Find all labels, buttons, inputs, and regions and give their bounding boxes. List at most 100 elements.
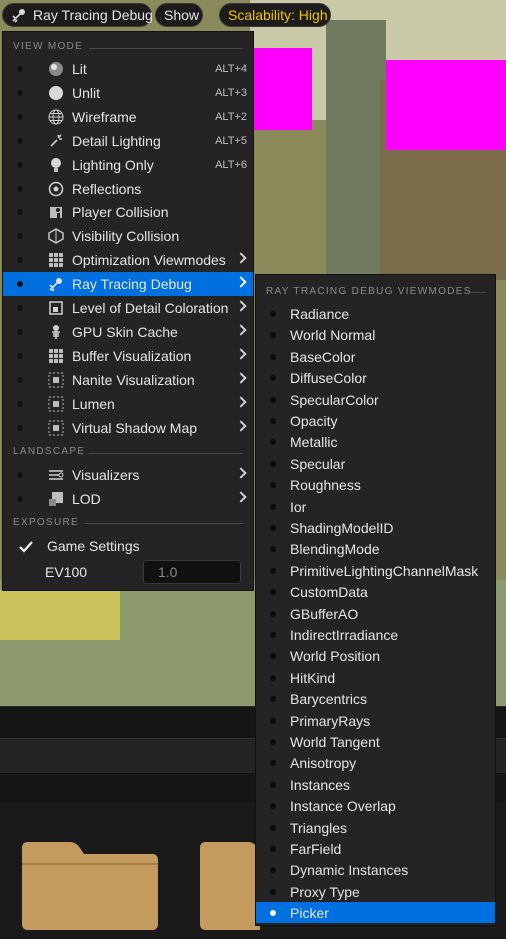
grid-icon xyxy=(48,252,64,268)
submenu-item-label: ShadingModelID xyxy=(290,520,394,536)
submenu-item-farfield[interactable]: FarField xyxy=(256,838,495,859)
menu-item-label: Ray Tracing Debug xyxy=(72,276,192,293)
menu-item-optimization-viewmodes[interactable]: Optimization Viewmodes xyxy=(3,248,253,272)
submenu-item-ior[interactable]: Ior xyxy=(256,496,495,517)
menu-item-detail-lighting[interactable]: Detail Lighting ALT+5 xyxy=(3,129,253,153)
radio-dot xyxy=(17,281,23,288)
menu-item-level-of-detail-coloration[interactable]: Level of Detail Coloration xyxy=(3,296,253,320)
submenu-item-world-tangent[interactable]: World Tangent xyxy=(256,731,495,752)
submenu-item-label: Specular xyxy=(290,455,346,472)
menu-item-label: Player Collision xyxy=(72,204,169,221)
submenu-item-label: Instance Overlap xyxy=(290,798,396,815)
submenu-item-opacity[interactable]: Opacity xyxy=(256,410,495,431)
radio-dot xyxy=(270,525,276,531)
wireframe-sphere-icon xyxy=(48,109,64,125)
submenu-item-label: Triangles xyxy=(290,819,348,836)
menu-item-label: Optimization Viewmodes xyxy=(72,252,226,269)
scene-magenta-bar xyxy=(386,60,506,150)
submenu-item-gbufferao[interactable]: GBufferAO xyxy=(256,603,495,624)
viewmode-button[interactable]: Ray Tracing Debug xyxy=(2,3,153,27)
view-mode-header: VIEW MODE xyxy=(13,41,84,52)
submenu-item-blendingmode[interactable]: BlendingMode xyxy=(256,538,495,559)
submenu-item-shadingmodelid[interactable]: ShadingModelID xyxy=(256,517,495,538)
submenu-item-indirectirradiance[interactable]: IndirectIrradiance xyxy=(256,624,495,645)
submenu-item-metallic[interactable]: Metallic xyxy=(256,431,495,452)
divider xyxy=(89,453,243,454)
radio-dot xyxy=(270,610,276,617)
game-settings-checkbox[interactable] xyxy=(17,538,35,556)
menu-item-virtual-shadow-map[interactable]: Virtual Shadow Map xyxy=(3,416,253,440)
show-label: Show xyxy=(164,7,200,23)
menu-item-visibility-collision[interactable]: Visibility Collision xyxy=(3,224,253,248)
submenu-item-diffusecolor[interactable]: DiffuseColor xyxy=(256,367,495,388)
menu-item-player-collision[interactable]: Player Collision xyxy=(3,200,253,224)
menu-item-gpu-skin-cache[interactable]: GPU Skin Cache xyxy=(3,320,253,344)
submenu-item-proxy-type[interactable]: Proxy Type xyxy=(256,881,495,902)
submenu-item-dynamic-instances[interactable]: Dynamic Instances xyxy=(256,859,495,880)
menu-item-lit[interactable]: Lit ALT+4 xyxy=(3,57,253,81)
shortcut-label: ALT+4 xyxy=(215,63,247,75)
menu-item-visualizers[interactable]: Visualizers xyxy=(3,463,253,487)
submenu-item-customdata[interactable]: CustomData xyxy=(256,581,495,602)
submenu-item-instance-overlap[interactable]: Instance Overlap xyxy=(256,795,495,816)
ev100-input[interactable]: 1.0 xyxy=(143,560,241,584)
submenu-item-world-normal[interactable]: World Normal xyxy=(256,324,495,345)
radio-dot xyxy=(17,472,23,478)
submenu-item-primitivelightingchannelmask[interactable]: PrimitiveLightingChannelMask xyxy=(256,560,495,581)
visualizers-icon xyxy=(48,467,64,483)
chevron-right-icon xyxy=(235,324,247,336)
radio-dot xyxy=(270,781,276,788)
ev100-value: 1.0 xyxy=(158,564,178,580)
show-button[interactable]: Show xyxy=(155,3,203,27)
reflection-icon xyxy=(48,181,64,197)
radio-dot xyxy=(17,257,23,264)
submenu-item-hitkind[interactable]: HitKind xyxy=(256,667,495,688)
radio-dot xyxy=(270,867,276,874)
radio-dot xyxy=(270,674,276,681)
submenu-item-specular[interactable]: Specular xyxy=(256,453,495,474)
radio-dot xyxy=(270,332,276,339)
submenu-item-barycentrics[interactable]: Barycentrics xyxy=(256,688,495,709)
submenu-item-specularcolor[interactable]: SpecularColor xyxy=(256,389,495,410)
menu-item-lighting-only[interactable]: Lighting Only ALT+6 xyxy=(3,153,253,177)
lumen-grid-icon xyxy=(48,396,64,412)
submenu-item-label: HitKind xyxy=(290,669,336,686)
submenu-item-roughness[interactable]: Roughness xyxy=(256,474,495,495)
divider xyxy=(85,523,243,524)
menu-item-nanite-visualization[interactable]: Nanite Visualization xyxy=(3,368,253,392)
radio-dot xyxy=(17,209,23,216)
submenu-item-triangles[interactable]: Triangles xyxy=(256,817,495,838)
submenu-item-instances[interactable]: Instances xyxy=(256,774,495,795)
scene-yellow-floor xyxy=(0,590,120,640)
submenu-item-picker[interactable]: Picker xyxy=(256,902,495,924)
menu-item-label: Lit xyxy=(72,61,87,77)
menu-item-ray-tracing-debug[interactable]: Ray Tracing Debug xyxy=(3,272,253,297)
radio-dot xyxy=(17,66,23,72)
submenu-item-basecolor[interactable]: BaseColor xyxy=(256,346,495,367)
scalability-button[interactable]: Scalability: High xyxy=(219,3,331,27)
submenu-item-radiance[interactable]: Radiance xyxy=(256,303,495,324)
menu-item-buffer-visualization[interactable]: Buffer Visualization xyxy=(3,344,253,368)
bulb-icon xyxy=(48,157,64,173)
radio-dot xyxy=(270,824,276,831)
menu-item-lod[interactable]: LOD xyxy=(3,487,253,511)
folder-icon[interactable] xyxy=(200,830,260,930)
menu-item-reflections[interactable]: Reflections xyxy=(3,177,253,201)
checkmark-icon xyxy=(19,541,33,553)
radio-dot xyxy=(17,113,23,120)
radio-dot xyxy=(270,567,276,574)
submenu-item-label: Radiance xyxy=(290,306,350,322)
submenu-item-label: CustomData xyxy=(290,584,368,601)
submenu-item-anisotropy[interactable]: Anisotropy xyxy=(256,752,495,773)
shortcut-label: ALT+6 xyxy=(215,158,247,171)
submenu-item-label: DiffuseColor xyxy=(290,370,367,387)
landscape-header: LANDSCAPE xyxy=(13,446,86,457)
menu-item-lumen[interactable]: Lumen xyxy=(3,392,253,416)
folder-icon[interactable] xyxy=(22,830,158,930)
submenu-item-primaryrays[interactable]: PrimaryRays xyxy=(256,710,495,731)
menu-item-unlit[interactable]: Unlit ALT+3 xyxy=(3,81,253,105)
menu-item-wireframe[interactable]: Wireframe ALT+2 xyxy=(3,105,253,129)
radio-dot xyxy=(270,439,276,446)
radio-dot xyxy=(270,846,276,852)
submenu-item-world-position[interactable]: World Position xyxy=(256,645,495,666)
